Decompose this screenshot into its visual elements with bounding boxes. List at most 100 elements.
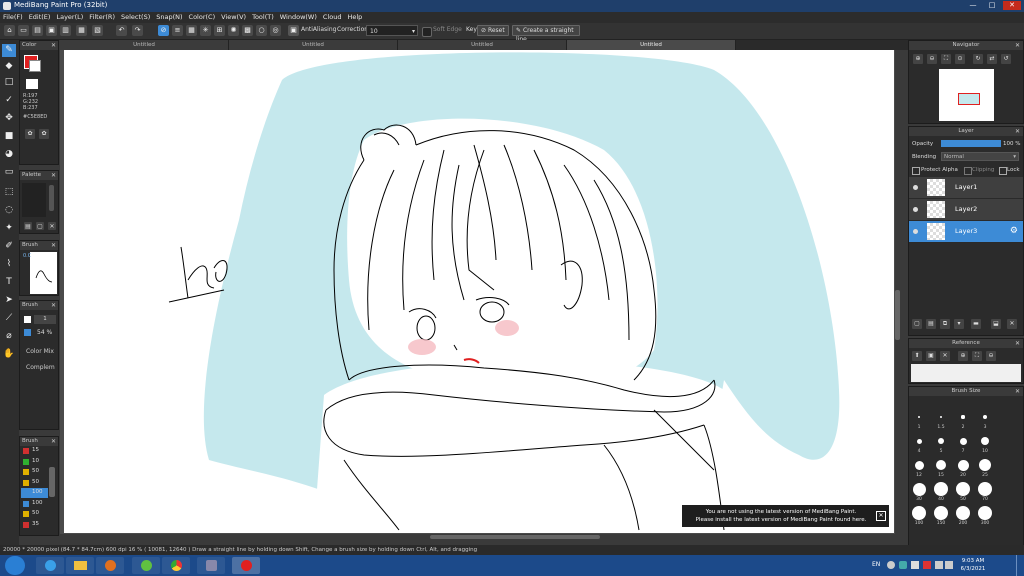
- close-icon[interactable]: ✕: [51, 41, 56, 50]
- brush-size-dot[interactable]: [979, 459, 991, 471]
- dot-tool-icon[interactable]: □: [2, 76, 16, 89]
- tab-untitled-3[interactable]: Untitled: [398, 40, 567, 50]
- media-player-icon[interactable]: [96, 557, 124, 574]
- menu-file[interactable]: File(F): [0, 12, 26, 23]
- grid-icon[interactable]: ▦: [76, 25, 87, 36]
- snap-circle-icon[interactable]: ○: [256, 25, 267, 36]
- menu-view[interactable]: View(V): [218, 12, 249, 23]
- marquee-tool-icon[interactable]: ⬚: [2, 186, 16, 199]
- close-icon[interactable]: ✕: [51, 437, 56, 446]
- layer-row[interactable]: Layer2: [909, 199, 1023, 221]
- gear-icon[interactable]: ⚙: [1010, 226, 1018, 236]
- zoom-in-icon[interactable]: ⊕: [913, 54, 923, 64]
- delete-palette-icon[interactable]: ✕: [48, 222, 56, 230]
- color-mix-item[interactable]: Color Mix: [26, 348, 54, 355]
- straight-line-button[interactable]: ✎ Create a straight line: [512, 25, 580, 43]
- layer-menu-icon[interactable]: ▾: [954, 319, 964, 329]
- select-pen-icon[interactable]: ✐: [2, 240, 16, 253]
- correction-dropdown[interactable]: 10 ▾: [366, 25, 418, 36]
- file-explorer-icon[interactable]: [66, 557, 94, 574]
- bucket-tool-icon[interactable]: ◕: [2, 148, 16, 161]
- brush-size-dot[interactable]: [957, 459, 969, 471]
- brush-size-dot[interactable]: [978, 506, 992, 520]
- eyedropper2-icon[interactable]: ⌀: [2, 330, 16, 343]
- snap-radial-icon[interactable]: ✺: [228, 25, 239, 36]
- brush-list-item[interactable]: 50: [21, 467, 48, 477]
- network-icon[interactable]: [935, 561, 943, 569]
- clock[interactable]: 9:03 AM 6/3/2021: [958, 557, 988, 573]
- snap-cross-icon[interactable]: ▦: [186, 25, 197, 36]
- close-icon[interactable]: ✕: [51, 171, 56, 180]
- complement-item[interactable]: Complem: [26, 364, 55, 371]
- brush-list-item[interactable]: 50: [21, 478, 48, 488]
- eye-icon[interactable]: [913, 185, 918, 190]
- merge-layer-icon[interactable]: ⬓: [991, 319, 1001, 329]
- tab-untitled-1[interactable]: Untitled: [60, 40, 229, 50]
- soft-edge-checkbox[interactable]: [422, 27, 432, 37]
- snap-off-icon[interactable]: ⊘: [158, 25, 169, 36]
- volume-icon[interactable]: [945, 561, 953, 569]
- export-icon[interactable]: ▥: [60, 25, 71, 36]
- snap-concentric-icon[interactable]: ◎: [270, 25, 281, 36]
- canvas-vscroll-thumb[interactable]: [895, 290, 900, 340]
- maximize-button[interactable]: □: [983, 1, 1001, 10]
- ie-icon[interactable]: [36, 557, 64, 574]
- show-desktop-button[interactable]: [1016, 555, 1024, 576]
- divide-tool-icon[interactable]: ⌇: [2, 258, 16, 271]
- flip-icon[interactable]: ⇄: [987, 54, 997, 64]
- brush-list-item[interactable]: 10: [21, 457, 48, 467]
- eyedropper-icon[interactable]: ⟋: [2, 312, 16, 325]
- brush-size-dot[interactable]: [916, 438, 922, 444]
- brush-size-dot[interactable]: [938, 438, 944, 444]
- close-icon[interactable]: ✕: [51, 301, 56, 310]
- brush-size-dot[interactable]: [918, 416, 920, 418]
- hand-tool-icon[interactable]: ✋: [2, 348, 16, 361]
- medibang-taskbar-icon[interactable]: [232, 557, 260, 574]
- menu-select[interactable]: Select(S): [118, 12, 153, 23]
- tray-icon-2[interactable]: [899, 561, 907, 569]
- protect-alpha-checkbox[interactable]: [912, 167, 920, 175]
- palette-swatches[interactable]: [22, 183, 46, 217]
- minimize-button[interactable]: —: [964, 1, 982, 10]
- snap-vanish-icon[interactable]: ✳: [200, 25, 211, 36]
- add-palette-icon[interactable]: ▤: [24, 222, 32, 230]
- reset-view-icon[interactable]: ↺: [1001, 54, 1011, 64]
- brush-size-dot[interactable]: [983, 415, 987, 419]
- zoom-out-icon[interactable]: ⊖: [927, 54, 937, 64]
- close-icon[interactable]: ✕: [1015, 339, 1020, 348]
- brush-size-dot[interactable]: [978, 482, 992, 496]
- brush-size-dot[interactable]: [956, 482, 970, 496]
- select-tool-icon[interactable]: ✓: [2, 94, 16, 107]
- eye-icon[interactable]: [913, 207, 918, 212]
- palette-icon[interactable]: ✿: [25, 129, 35, 139]
- palette-scrollbar[interactable]: [49, 185, 54, 211]
- menu-color[interactable]: Color(C): [186, 12, 219, 23]
- brush-size-dot[interactable]: [956, 506, 970, 520]
- brush-list-item[interactable]: 100: [21, 499, 48, 509]
- remove-reference-icon[interactable]: ✕: [940, 351, 950, 361]
- menu-layer[interactable]: Layer(L): [53, 12, 86, 23]
- snap-grid-icon[interactable]: ▩: [242, 25, 253, 36]
- notification-close-button[interactable]: ✕: [876, 511, 886, 521]
- brush-size-dot[interactable]: [939, 415, 943, 419]
- home-icon[interactable]: ⌂: [4, 25, 15, 36]
- edit-palette-icon[interactable]: ▢: [36, 222, 44, 230]
- duplicate-layer-icon[interactable]: ⧉: [940, 319, 950, 329]
- clipping-checkbox[interactable]: [964, 167, 972, 175]
- brush-list-item[interactable]: 100: [21, 488, 48, 498]
- eye-icon[interactable]: [913, 229, 918, 234]
- new-file-icon[interactable]: ▭: [18, 25, 29, 36]
- ref-zoom-out-icon[interactable]: ⊖: [986, 351, 996, 361]
- reset-button[interactable]: ⊘ Reset: [477, 25, 509, 36]
- fit-icon[interactable]: ⛶: [941, 54, 951, 64]
- move-tool-icon[interactable]: ✥: [2, 112, 16, 125]
- color-wheel-icon[interactable]: ✿: [39, 129, 49, 139]
- close-icon[interactable]: ✕: [51, 241, 56, 250]
- gradient-tool-icon[interactable]: ▭: [2, 166, 16, 179]
- brush-size-dot[interactable]: [981, 437, 989, 445]
- antialiasing-checkbox[interactable]: ▣: [288, 25, 299, 36]
- lasso-tool-icon[interactable]: ◌: [2, 204, 16, 217]
- menu-tool[interactable]: Tool(T): [249, 12, 277, 23]
- brush-size-dot[interactable]: [961, 415, 965, 419]
- tab-untitled-4[interactable]: Untitled: [567, 40, 736, 50]
